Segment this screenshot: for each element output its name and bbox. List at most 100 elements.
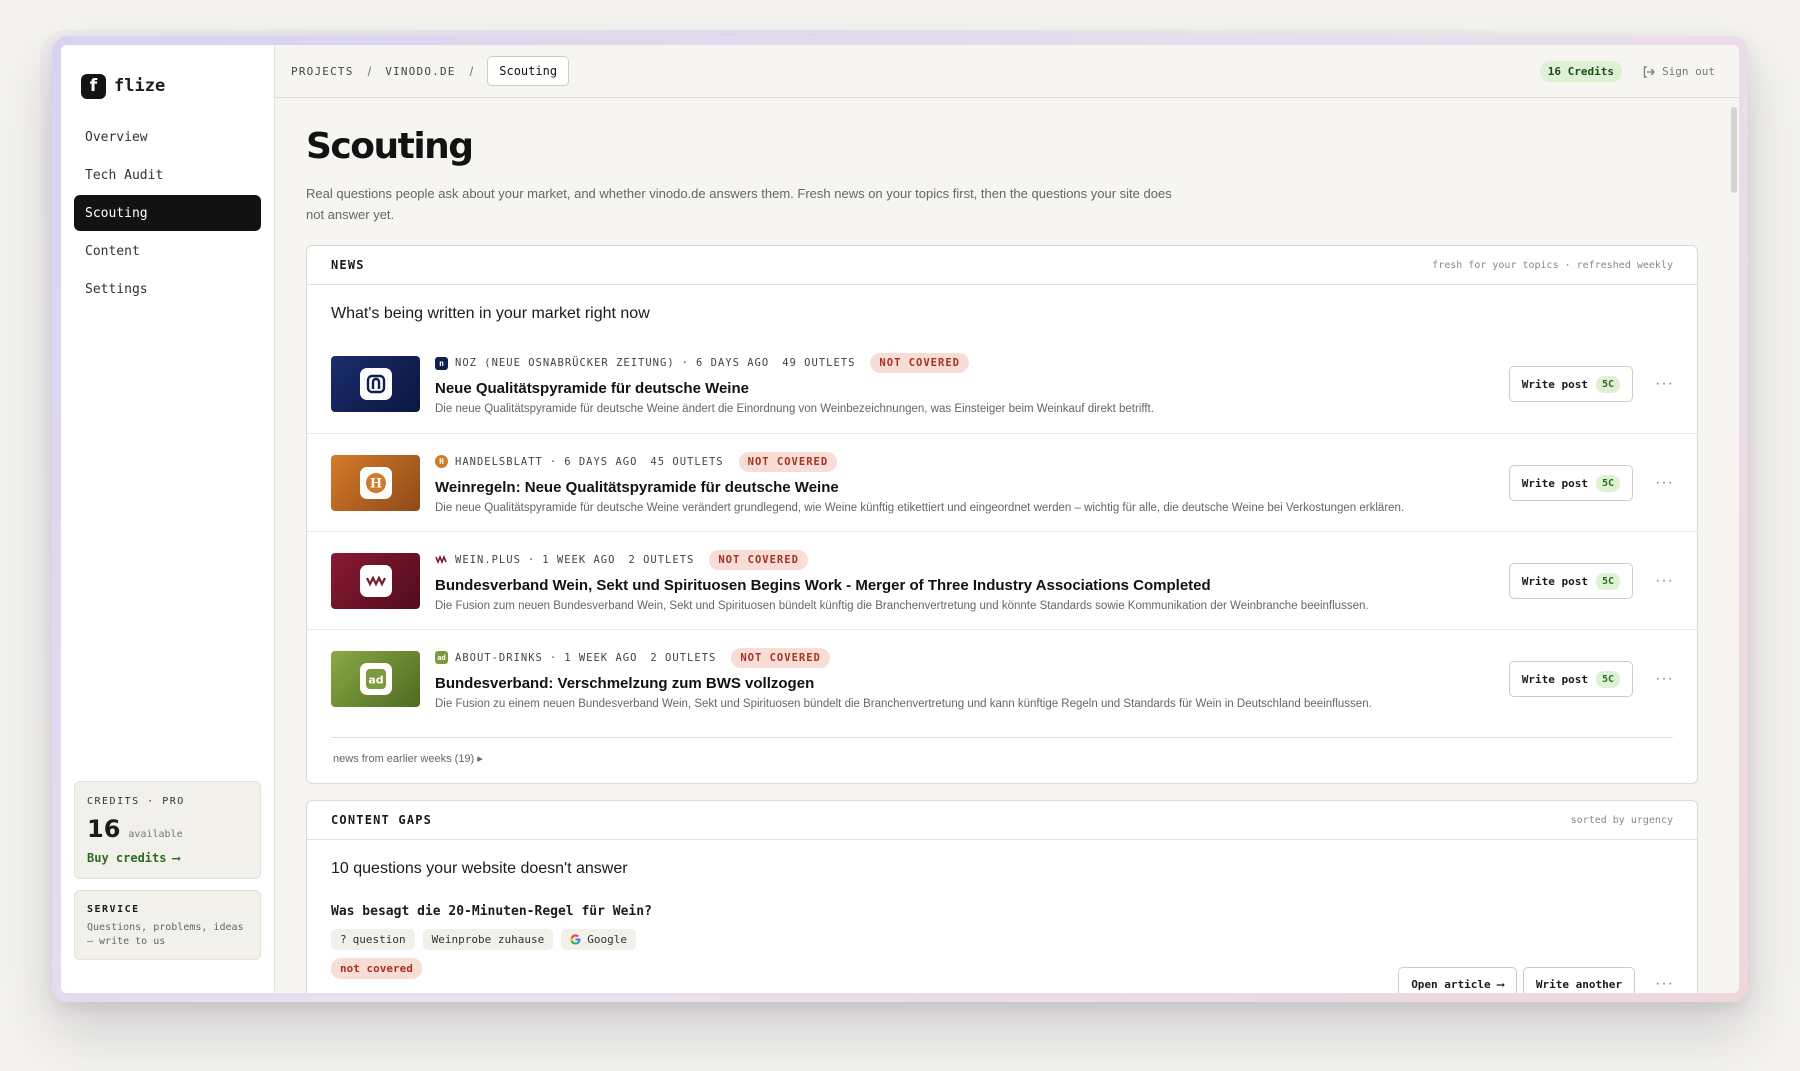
service-text: Questions, problems, ideas — write to us: [87, 922, 244, 947]
svg-text:ad: ad: [368, 673, 383, 686]
write-post-button[interactable]: Write post 5C: [1508, 563, 1633, 599]
gap-question[interactable]: Was besagt die 20-Minuten-Regel für Wein…: [307, 890, 1697, 919]
sidebar-item-content[interactable]: Content: [74, 233, 261, 269]
news-meta-row: ad ABOUT-DRINKS · 1 WEEK AGO 2 OUTLETS N…: [435, 647, 1673, 668]
news-thumbnail: [331, 356, 420, 412]
content-gaps-header: CONTENT GAPS sorted by urgency: [307, 801, 1697, 840]
page-content: Scouting Real questions people ask about…: [275, 98, 1739, 993]
svg-text:H: H: [369, 476, 381, 491]
news-headline[interactable]: Bundesverband: Verschmelzung zum BWS vol…: [435, 675, 1673, 692]
meta-dot: ·: [549, 455, 558, 468]
content-gaps-title: CONTENT GAPS: [331, 813, 433, 827]
news-outlets: 2 OUTLETS: [650, 651, 717, 664]
logo[interactable]: f flize: [61, 45, 274, 105]
sidebar-item-tech-audit[interactable]: Tech Audit: [74, 157, 261, 193]
meta-dot: ·: [549, 651, 558, 664]
app-frame: f flize Overview Tech Audit Scouting Con…: [52, 36, 1748, 1002]
news-outlets: 49 OUTLETS: [782, 357, 856, 369]
news-body: n NOZ (NEUE OSNABRÜCKER ZEITUNG) · 6 DAY…: [435, 353, 1673, 415]
news-list: n NOZ (NEUE OSNABRÜCKER ZEITUNG) · 6 DAY…: [307, 335, 1697, 727]
sidebar-item-settings[interactable]: Settings: [74, 271, 261, 307]
earlier-news-toggle[interactable]: news from earlier weeks (19) ▸: [331, 737, 1673, 783]
news-meta-row: WEIN.PLUS · 1 WEEK AGO 2 OUTLETS NOT COV…: [435, 549, 1673, 570]
topbar-actions: 16 Credits Sign out: [1539, 45, 1715, 98]
content-gaps-card: CONTENT GAPS sorted by urgency 10 questi…: [306, 800, 1698, 993]
sidebar-item-overview[interactable]: Overview: [74, 119, 261, 155]
write-post-label: Write post: [1521, 574, 1588, 588]
app-window: f flize Overview Tech Audit Scouting Con…: [61, 45, 1739, 993]
breadcrumb-project[interactable]: VINODO.DE: [385, 65, 455, 78]
content-gaps-meta: sorted by urgency: [1570, 814, 1673, 826]
scrollbar[interactable]: [1731, 107, 1737, 193]
gap-actions: Open article ⟶ Write another ···: [1398, 967, 1673, 993]
news-headline[interactable]: Neue Qualitätspyramide für deutsche Wein…: [435, 380, 1673, 397]
news-item[interactable]: H H HANDELSBLATT · 6 DAYS AGO 45 OUTLETS: [307, 433, 1697, 531]
write-post-button[interactable]: Write post 5C: [1508, 661, 1633, 697]
write-post-button[interactable]: Write post 5C: [1508, 366, 1633, 402]
news-item[interactable]: WEIN.PLUS · 1 WEEK AGO 2 OUTLETS NOT COV…: [307, 531, 1697, 629]
more-options-icon[interactable]: ···: [1655, 375, 1673, 393]
write-post-button[interactable]: Write post 5C: [1508, 465, 1633, 501]
breadcrumb-separator: /: [367, 63, 372, 79]
credits-row: 16 available: [87, 815, 248, 843]
news-description: Die neue Qualitätspyramide für deutsche …: [435, 403, 1154, 415]
buy-credits-link[interactable]: Buy credits ⟶: [87, 851, 180, 865]
more-options-icon[interactable]: ···: [1655, 572, 1673, 590]
handelsblatt-source-icon: H: [435, 455, 448, 468]
credits-available-label: available: [128, 829, 183, 840]
news-body: H HANDELSBLATT · 6 DAYS AGO 45 OUTLETS N…: [435, 451, 1673, 514]
news-actions: Write post 5C ···: [1508, 532, 1673, 630]
news-source: WEIN.PLUS: [455, 553, 521, 566]
tag-topic: Weinprobe zuhause: [422, 929, 554, 950]
noz-logo-icon: [359, 368, 392, 400]
more-options-icon[interactable]: ···: [1655, 670, 1673, 688]
status-badge: NOT COVERED: [731, 647, 830, 668]
logo-text: flize: [114, 76, 166, 96]
wein-plus-logo-icon: [359, 564, 392, 597]
service-panel[interactable]: SERVICE Questions, problems, ideas — wri…: [74, 890, 261, 960]
news-source: NOZ (NEUE OSNABRÜCKER ZEITUNG): [455, 357, 675, 369]
handelsblatt-logo-icon: H: [359, 466, 392, 499]
wein-plus-source-icon: [435, 555, 447, 564]
content-gaps-subtitle: 10 questions your website doesn't answer: [331, 860, 628, 877]
news-actions: Write post 5C ···: [1508, 630, 1673, 728]
news-item[interactable]: n NOZ (NEUE OSNABRÜCKER ZEITUNG) · 6 DAY…: [307, 335, 1697, 433]
sign-out-button[interactable]: Sign out: [1642, 65, 1715, 79]
gap-status-badge: not covered: [331, 958, 422, 979]
noz-source-icon: n: [435, 356, 448, 370]
more-options-icon[interactable]: ···: [1655, 975, 1673, 993]
news-title: NEWS: [331, 258, 365, 272]
news-age: 1 WEEK AGO: [564, 651, 638, 664]
breadcrumb-projects[interactable]: PROJECTS: [291, 65, 354, 78]
news-card: NEWS fresh for your topics · refreshed w…: [306, 245, 1698, 784]
meta-dot: ·: [527, 553, 536, 566]
news-meta: fresh for your topics · refreshed weekly: [1432, 259, 1673, 271]
news-body: WEIN.PLUS · 1 WEEK AGO 2 OUTLETS NOT COV…: [435, 549, 1673, 612]
write-another-button[interactable]: Write another: [1522, 967, 1635, 993]
news-outlets: 2 OUTLETS: [628, 553, 695, 566]
news-actions: Write post 5C ···: [1508, 434, 1673, 532]
arrow-right-icon: ⟶: [172, 851, 180, 865]
open-article-button[interactable]: Open article ⟶: [1398, 967, 1517, 993]
news-description: Die Fusion zu einem neuen Bundesverband …: [435, 697, 1372, 710]
service-title: SERVICE: [87, 904, 140, 915]
tag-engine: Google: [561, 929, 636, 950]
tag-type-label: question: [352, 933, 406, 946]
sign-out-label: Sign out: [1662, 65, 1715, 78]
news-body: ad ABOUT-DRINKS · 1 WEEK AGO 2 OUTLETS N…: [435, 647, 1673, 710]
breadcrumb-separator: /: [469, 63, 474, 79]
news-subtitle: What's being written in your market righ…: [331, 305, 650, 322]
main-area: PROJECTS / VINODO.DE / Scouting 16 Credi…: [275, 45, 1739, 993]
news-headline[interactable]: Bundesverband Wein, Sekt und Spirituosen…: [435, 577, 1673, 594]
news-item[interactable]: ad ad ABOUT-DRINKS · 1 WEEK AGO 2 OUTLET…: [307, 629, 1697, 727]
cost-badge: 5C: [1595, 572, 1620, 590]
cost-badge: 5C: [1595, 670, 1620, 688]
news-age: 6 DAYS AGO: [564, 455, 638, 468]
news-source: ABOUT-DRINKS: [455, 651, 543, 664]
page-description: Real questions people ask about your mar…: [306, 186, 1172, 222]
sidebar-item-scouting[interactable]: Scouting: [74, 195, 261, 231]
more-options-icon[interactable]: ···: [1655, 474, 1673, 492]
credits-pill[interactable]: 16 Credits: [1539, 61, 1623, 82]
news-headline[interactable]: Weinregeln: Neue Qualitätspyramide für d…: [435, 479, 1673, 496]
credits-label: CREDITS · PRO: [87, 796, 185, 807]
